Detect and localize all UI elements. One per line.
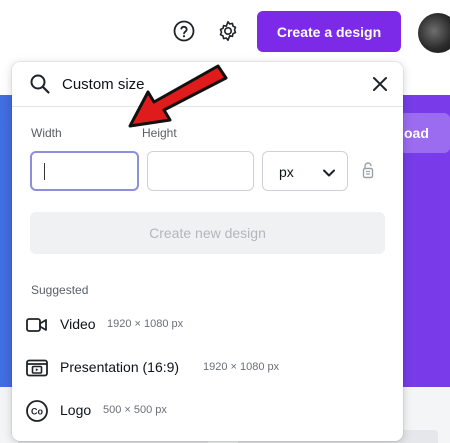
create-new-design-button[interactable]: Create new design [30, 212, 385, 254]
avatar[interactable] [418, 13, 450, 53]
suggestion-presentation[interactable]: Presentation (16:9) 1920 × 1080 px [25, 353, 305, 383]
create-design-button[interactable]: Create a design [257, 11, 401, 52]
unit-value: px [279, 164, 294, 180]
text-cursor [44, 163, 45, 180]
width-field[interactable] [30, 151, 139, 191]
suggestion-name: Logo [60, 402, 92, 418]
upload-button[interactable]: oad [398, 113, 450, 153]
suggested-heading: Suggested [31, 283, 89, 297]
presentation-icon [25, 356, 49, 380]
help-icon[interactable] [172, 19, 196, 43]
suggestion-video[interactable]: Video 1920 × 1080 px [25, 310, 305, 340]
unit-select[interactable]: px [262, 151, 348, 191]
lock-icon[interactable] [362, 161, 374, 179]
suggestion-name: Video [60, 316, 96, 332]
chevron-down-icon [322, 166, 336, 178]
top-bar: Create a design [0, 0, 450, 62]
suggestion-name: Presentation (16:9) [60, 359, 180, 375]
close-icon[interactable] [370, 74, 390, 94]
svg-text:Co: Co [31, 407, 43, 417]
suggestion-dimensions: 1920 × 1080 px [107, 318, 184, 330]
height-field[interactable] [147, 151, 254, 191]
suggestion-dimensions: 500 × 500 px [103, 404, 167, 416]
logo-icon: Co [25, 399, 49, 423]
width-label: Width [31, 126, 62, 140]
suggestion-dimensions: 1920 × 1080 px [203, 361, 280, 373]
video-icon [25, 313, 49, 337]
gear-icon[interactable] [216, 19, 240, 43]
suggestion-logo[interactable]: Co Logo 500 × 500 px [25, 396, 305, 426]
annotation-arrow-icon [128, 64, 228, 128]
search-icon [29, 73, 51, 95]
